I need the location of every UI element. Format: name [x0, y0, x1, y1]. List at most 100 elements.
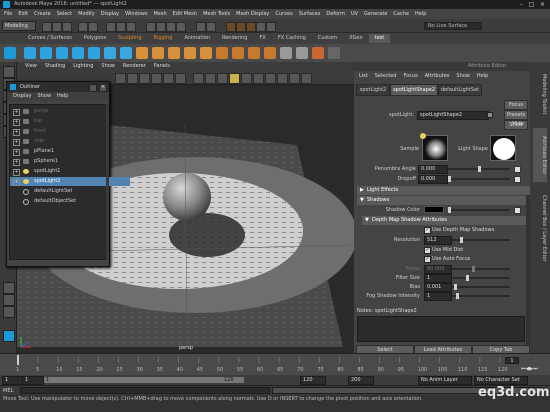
tab-defaultlightset[interactable]: defaultLightSet [438, 84, 482, 96]
resolution-gate-icon[interactable] [175, 73, 186, 84]
render-view-icon[interactable] [226, 22, 236, 32]
side-tab-channel-box[interactable]: Channel Box / Layer Editor [533, 188, 547, 268]
bias-field[interactable]: 0.001 [424, 283, 452, 292]
menu-uv[interactable]: UV [351, 11, 358, 17]
snap-grid-icon[interactable] [146, 22, 156, 32]
range-bar[interactable]: 1 120 [44, 377, 244, 383]
ae-menu-attributes[interactable]: Attributes [425, 71, 450, 82]
shadow-color-slider[interactable] [448, 207, 510, 213]
hypershade-icon[interactable] [266, 22, 276, 32]
four-view-icon[interactable] [3, 294, 15, 306]
notes-field[interactable] [357, 316, 525, 342]
history-icon[interactable] [196, 22, 206, 32]
outliner-item-side[interactable]: + side [10, 137, 130, 146]
resolution-field[interactable]: 512 [424, 236, 452, 245]
outliner-menu-show[interactable]: Show [37, 92, 51, 101]
textured-icon[interactable] [217, 73, 228, 84]
expand-icon[interactable]: + [13, 149, 20, 156]
shelf-tab-animation[interactable]: Animation [178, 34, 216, 43]
filter-size-field[interactable]: 1 [424, 274, 452, 283]
menu-deform[interactable]: Deform [326, 11, 345, 17]
dropoff-map-button[interactable] [514, 176, 521, 183]
maya-tools-icon[interactable] [3, 330, 15, 342]
menu-create[interactable]: Create [34, 11, 51, 17]
isolate-select-icon[interactable] [289, 73, 300, 84]
outliner-item-top[interactable]: + top [10, 117, 130, 126]
dropoff-slider[interactable] [448, 176, 510, 182]
mel-input[interactable] [20, 387, 270, 394]
outliner-menu-display[interactable]: Display [13, 92, 31, 101]
menu-display[interactable]: Display [101, 11, 119, 17]
shelf-tab-fx-caching[interactable]: FX Caching [272, 34, 312, 43]
ae-menu-selected[interactable]: Selected [375, 71, 397, 82]
outliner-title-bar[interactable]: Outliner × [7, 82, 109, 92]
uv-editor-icon[interactable] [312, 47, 324, 59]
vp-menu-renderer[interactable]: Renderer [123, 62, 146, 71]
outliner-layout-icon[interactable] [3, 306, 15, 318]
side-tab-attribute-editor[interactable]: Attribute Editor [533, 128, 547, 182]
snap-point-icon[interactable] [166, 22, 176, 32]
boolean-icon[interactable] [184, 47, 196, 59]
expand-icon[interactable]: + [13, 139, 20, 146]
menu-file[interactable]: File [4, 11, 12, 17]
vp-menu-lighting[interactable]: Lighting [73, 62, 93, 71]
bevel-icon[interactable] [248, 47, 260, 59]
outliner-item-persp[interactable]: + persp [10, 107, 130, 116]
slider-knob[interactable] [478, 166, 481, 172]
grid-toggle-icon[interactable] [151, 73, 162, 84]
bias-slider[interactable] [452, 284, 510, 290]
dropoff-field[interactable]: 0.000 [418, 175, 448, 184]
slider-knob[interactable] [460, 237, 463, 243]
penumbra-angle-slider[interactable] [448, 166, 510, 172]
image-plane-icon[interactable] [139, 73, 150, 84]
filter-size-slider[interactable] [452, 275, 510, 281]
slider-knob[interactable] [448, 207, 451, 213]
current-time-marker[interactable] [17, 355, 19, 365]
combine-icon[interactable] [136, 47, 148, 59]
outliner-item-defaultobjectset[interactable]: defaultObjectSet [10, 197, 130, 206]
ae-menu-list[interactable]: List [359, 71, 368, 82]
outliner-close-button[interactable]: × [99, 84, 107, 92]
render-settings-icon[interactable] [256, 22, 266, 32]
poly-cylinder-icon[interactable] [40, 47, 52, 59]
poly-platonic-icon[interactable] [120, 47, 132, 59]
outliner-minimize-button[interactable] [89, 84, 97, 92]
shelf-tab-sculpting[interactable]: Sculpting [112, 34, 147, 43]
save-scene-icon[interactable] [62, 22, 72, 32]
menu-mesh[interactable]: Mesh [153, 11, 166, 17]
extrude-icon[interactable] [216, 47, 228, 59]
shelf-tab-xgen[interactable]: XGen [343, 34, 369, 43]
depth-of-field-icon[interactable] [277, 73, 288, 84]
ambient-occlusion-icon[interactable] [253, 73, 264, 84]
separate-icon[interactable] [152, 47, 164, 59]
smooth-shade-icon[interactable] [205, 73, 216, 84]
poly-disc-icon[interactable] [104, 47, 116, 59]
minimize-button[interactable]: – [517, 1, 526, 8]
section-light-effects[interactable]: ▶ Light Effects [357, 186, 537, 195]
bridge-icon[interactable] [232, 47, 244, 59]
outliner-item-spotlight1[interactable]: + spotLight1 [10, 167, 130, 176]
select-tool-icon[interactable] [3, 66, 15, 78]
section-shadows[interactable]: ▼ Shadows [357, 196, 537, 205]
undo-icon[interactable] [78, 22, 88, 32]
redo-icon[interactable] [88, 22, 98, 32]
construction-history-icon[interactable] [206, 22, 216, 32]
ipr-render-icon[interactable] [246, 22, 256, 32]
penumbra-map-button[interactable] [514, 166, 521, 173]
menu-edit-mesh[interactable]: Edit Mesh [173, 11, 197, 17]
outliner-item-spotlight2[interactable]: + spotLight2 [10, 177, 130, 186]
outliner-scrollbar[interactable] [106, 104, 109, 260]
side-tab-modeling-toolkit[interactable]: Modeling Toolkit [533, 66, 547, 122]
menu-set-dropdown[interactable]: Modeling [2, 21, 36, 31]
menu-modify[interactable]: Modify [78, 11, 95, 17]
vp-menu-panels[interactable]: Panels [154, 62, 170, 71]
select-component-icon[interactable] [126, 22, 136, 32]
menu-edit[interactable]: Edit [18, 11, 28, 17]
single-view-icon[interactable] [3, 282, 15, 294]
menu-windows[interactable]: Windows [125, 11, 147, 17]
playback-controls[interactable]: ⏮◀▶⏭ [521, 366, 538, 372]
use-auto-focus-checkbox[interactable]: ✓ [424, 256, 431, 263]
menu-select[interactable]: Select [57, 11, 72, 17]
menu-surfaces[interactable]: Surfaces [299, 11, 321, 17]
select-object-icon[interactable] [116, 22, 126, 32]
